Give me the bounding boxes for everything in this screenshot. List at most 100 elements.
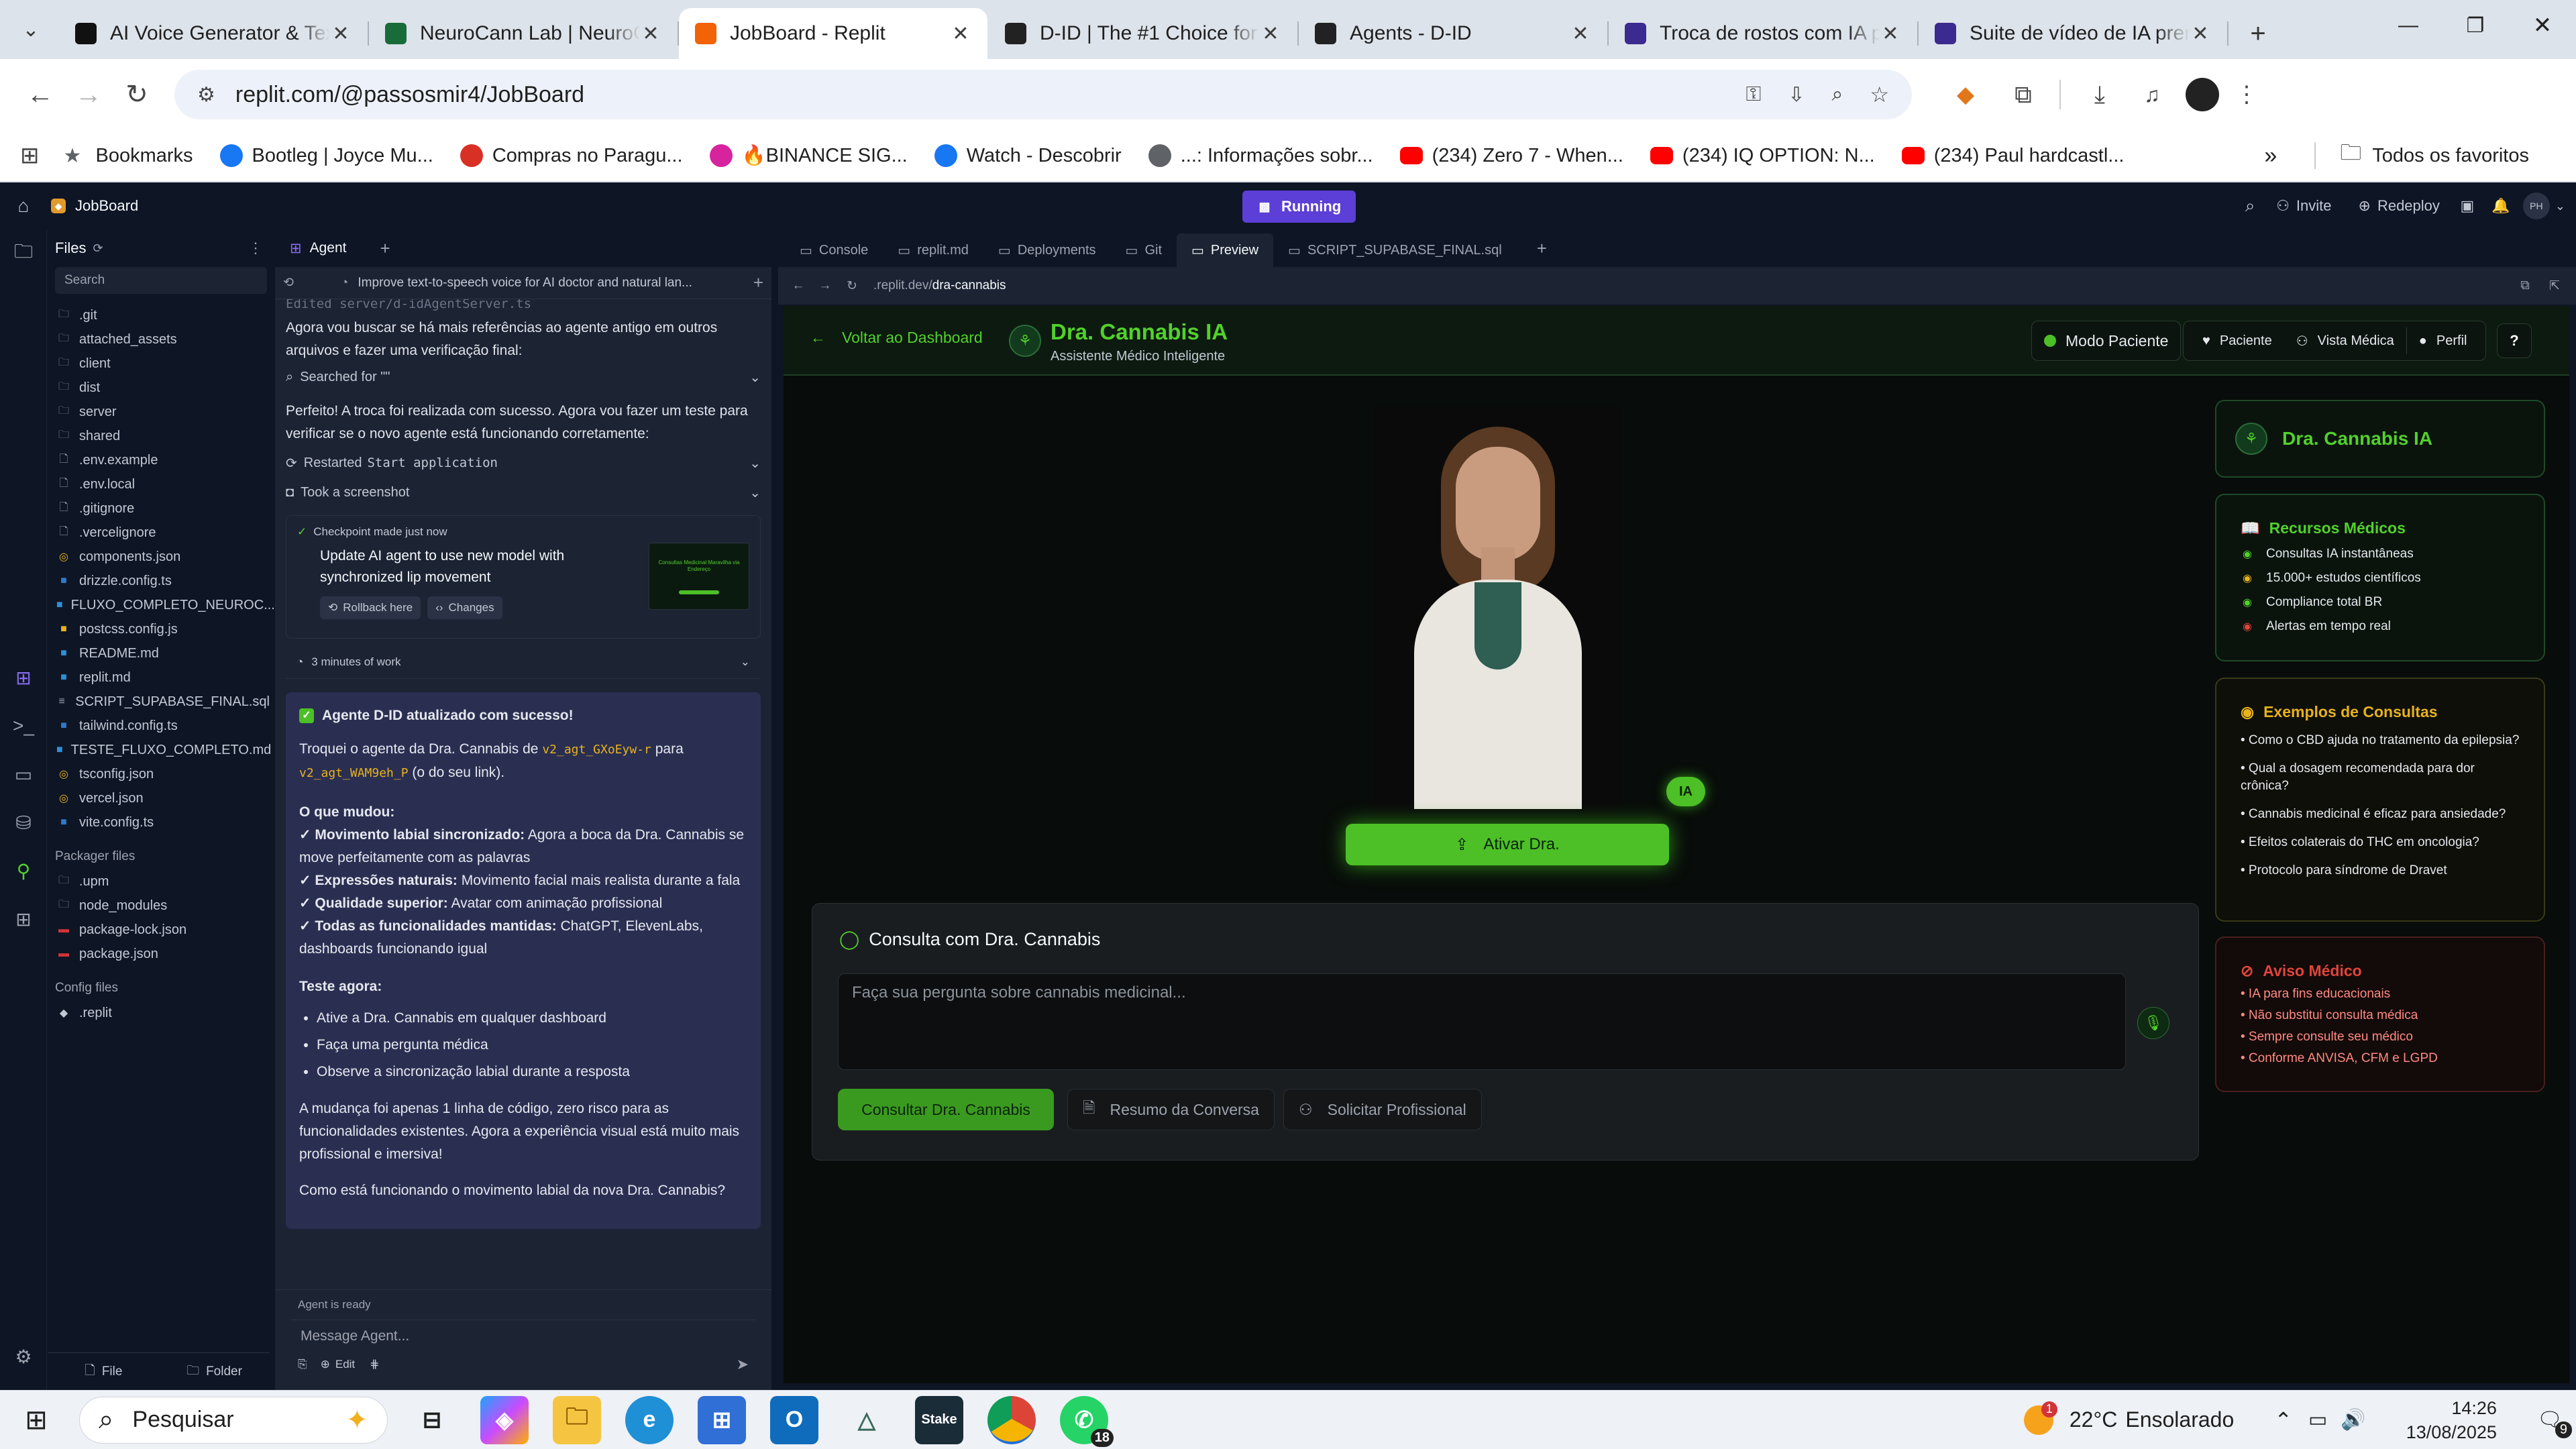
bookmark-item[interactable]: (234) IQ OPTION: N... (1650, 145, 1875, 167)
changes-button[interactable]: ‹› Changes (427, 596, 502, 619)
home-icon[interactable]: ⌂ (0, 182, 47, 229)
consult-button[interactable]: Consultar Dra. Cannabis (838, 1089, 1054, 1130)
install-app-icon[interactable]: ⇩ (1788, 83, 1805, 107)
all-bookmarks-button[interactable]: 🗀 Todos os favoritos (2340, 138, 2529, 174)
history-icon[interactable]: ⟲ (283, 275, 294, 290)
example-query[interactable]: • Cannabis medicinal é eficaz para ansie… (2241, 806, 2520, 823)
browser-tab[interactable]: Agents - D-ID ✕ (1299, 8, 1609, 59)
preview-forward-icon[interactable]: → (812, 278, 839, 293)
tab-preview[interactable]: ▭ Preview (1177, 233, 1274, 267)
file-explorer-icon[interactable]: 🗀 (553, 1395, 601, 1444)
file-item[interactable]: ■ drizzle.config.ts (48, 569, 270, 593)
devtools-icon[interactable]: ⧉ (2510, 278, 2540, 293)
preview-reload-icon[interactable]: ↻ (839, 278, 865, 294)
send-icon[interactable]: ➤ (737, 1356, 749, 1373)
settings-sliders-icon[interactable]: ⋕ (370, 1358, 379, 1371)
screenshot-activity[interactable]: ◘ Took a screenshot ⌄ (286, 478, 761, 507)
settings-icon[interactable]: ⚙ (0, 1332, 47, 1381)
preview-back-icon[interactable]: ← (785, 278, 812, 293)
help-button[interactable]: ? (2497, 323, 2532, 358)
tab-replit-md[interactable]: ▭ replit.md (883, 233, 983, 267)
browser-tab[interactable]: D-ID | The #1 Choice for A ✕ (989, 8, 1299, 59)
preview-url-bar[interactable]: .replit.dev/dra-cannabis (865, 274, 2510, 297)
request-professional-button[interactable]: ⚇ Solicitar Profissional (1283, 1089, 1482, 1130)
search-icon[interactable]: ⌕ (2233, 189, 2267, 223)
restarted-activity[interactable]: ⟳ Restarted Start application ⌄ (286, 448, 761, 478)
close-tab-icon[interactable]: ✕ (2190, 22, 2211, 46)
restore-icon[interactable]: ❐ (2442, 0, 2509, 51)
taskbar-search[interactable]: ⌕ Pesquisar ✦ (79, 1396, 388, 1444)
close-tab-icon[interactable]: ✕ (950, 22, 971, 46)
file-item[interactable]: 🗋 .env.example (48, 448, 270, 472)
metamask-extension-icon[interactable]: ◆ (1945, 74, 1986, 115)
browser-tab[interactable]: NeuroCann Lab | NeuroC ✕ (369, 8, 679, 59)
nav-medical-view[interactable]: ⚇ Vista Médica (2284, 333, 2406, 350)
user-avatar[interactable]: PH (2522, 193, 2550, 219)
media-controls-icon[interactable]: ♫ (2132, 74, 2172, 115)
file-item[interactable]: ◆ .replit (48, 1001, 270, 1025)
outlook-icon[interactable]: O (770, 1395, 818, 1444)
searched-activity[interactable]: ⌕ Searched for "" ⌄ (286, 362, 761, 392)
file-item[interactable]: ◎ tsconfig.json (48, 762, 270, 786)
nav-profile[interactable]: ● Perfil (2407, 333, 2479, 349)
agent-message-input[interactable]: Message Agent... (291, 1320, 755, 1352)
password-key-icon[interactable]: ⚿ (1746, 83, 1762, 106)
project-name[interactable]: ◆ JobBoard (51, 197, 138, 215)
browser-menu-icon[interactable]: ⋮ (2230, 74, 2263, 115)
browser-tab[interactable]: AI Voice Generator & Text ✕ (59, 8, 369, 59)
file-item[interactable]: ■ README.md (48, 641, 270, 665)
example-query[interactable]: • Qual a dosagem recomendada para dor cr… (2241, 760, 2520, 795)
tab-search-icon[interactable]: ⌄ (7, 4, 55, 55)
running-status[interactable]: ▩ Running (1242, 191, 1356, 223)
weather-widget[interactable]: 1 22°C Ensolarado (2023, 1401, 2234, 1435)
profile-avatar-icon[interactable] (2186, 78, 2219, 111)
tab-agent[interactable]: ⊞ Agent (283, 229, 354, 267)
nav-patient[interactable]: ♥ Paciente (2190, 333, 2284, 349)
folder-item[interactable]: 🗀 node_modules (48, 894, 270, 918)
tab-script-supabase-final-sql[interactable]: ▭ SCRIPT_SUPABASE_FINAL.sql (1273, 233, 1517, 267)
files-tool-icon[interactable]: 🗀 (0, 229, 47, 278)
close-tab-icon[interactable]: ✕ (330, 22, 352, 46)
browser-tab[interactable]: Suite de vídeo de IA pren ✕ (1919, 8, 2229, 59)
database-tool-icon[interactable]: ⛁ (0, 798, 47, 847)
bookmark-item[interactable]: ★ Bookmarks (64, 144, 193, 167)
add-tab-icon[interactable]: + (380, 238, 390, 259)
back-dashboard-link[interactable]: ← Voltar ao Dashboard (810, 329, 983, 347)
browser-tab[interactable]: JobBoard - Replit ✕ (679, 8, 987, 59)
folder-item[interactable]: 🗀 attached_assets (48, 327, 270, 352)
edge-icon[interactable]: e (625, 1395, 674, 1444)
file-item[interactable]: ◎ vercel.json (48, 786, 270, 810)
tab-deployments[interactable]: ▭ Deployments (983, 233, 1111, 267)
new-file-button[interactable]: 🗋 File (48, 1361, 159, 1383)
close-tab-icon[interactable]: ✕ (1260, 22, 1281, 46)
example-query[interactable]: • Protocolo para síndrome de Dravet (2241, 862, 2520, 879)
all-tools-icon[interactable]: ⊞ (0, 895, 47, 943)
bookmark-item[interactable]: ...: Informações sobr... (1148, 144, 1373, 167)
chrome-icon[interactable] (987, 1395, 1036, 1444)
microphone-icon[interactable]: 🎙 (2137, 1007, 2169, 1039)
chevron-down-icon[interactable]: ⌄ (2555, 199, 2565, 213)
bookmark-item[interactable]: (234) Zero 7 - When... (1399, 145, 1623, 167)
address-bar[interactable]: ⚙ replit.com/@passosmir4/JobBoard ⚿ ⇩ ⌕ … (174, 70, 1912, 119)
back-icon[interactable]: ← (16, 70, 64, 119)
stake-icon[interactable]: Stake (915, 1395, 963, 1444)
file-item[interactable]: 🗋 .env.local (48, 472, 270, 496)
bookmark-item[interactable]: 🔥BINANCE SIG... (709, 144, 908, 167)
file-item[interactable]: ▬ package-lock.json (48, 918, 270, 942)
file-item[interactable]: ≡ SCRIPT_SUPABASE_FINAL.sql (48, 690, 270, 714)
downloads-icon[interactable]: ⤓ (2080, 74, 2120, 115)
volume-icon[interactable]: 🔊 (2341, 1408, 2365, 1432)
copilot-icon[interactable]: ◈ (480, 1395, 529, 1444)
folder-item[interactable]: 🗀 shared (48, 424, 270, 448)
apps-grid-icon[interactable]: ⊞ (20, 142, 40, 169)
app-triangle-icon[interactable]: △ (843, 1396, 891, 1444)
notifications-icon[interactable]: 🔔 (2484, 189, 2518, 223)
work-summary[interactable]: ◔ 3 minutes of work ⌄ (286, 645, 761, 679)
console-tool-icon[interactable]: >_ (0, 702, 47, 750)
file-item[interactable]: ▬ package.json (48, 942, 270, 966)
deploy-tool-icon[interactable]: ⚲ (0, 847, 47, 895)
bookmark-item[interactable]: Compras no Paragu... (460, 144, 683, 167)
file-item[interactable]: ■ replit.md (48, 665, 270, 690)
new-tab-icon[interactable]: + (2238, 13, 2278, 54)
file-item[interactable]: ■ tailwind.config.ts (48, 714, 270, 738)
